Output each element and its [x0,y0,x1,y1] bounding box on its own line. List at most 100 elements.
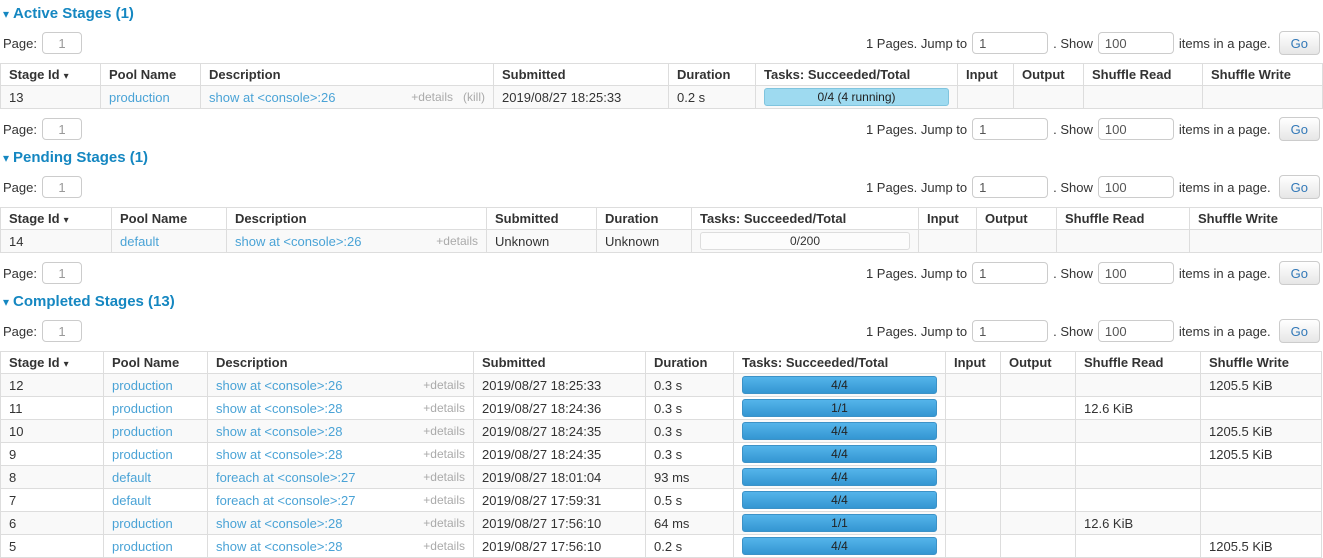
section-header-completed[interactable]: ▾Completed Stages (13) [3,293,1323,311]
go-button[interactable]: Go [1279,261,1320,285]
show-count-input[interactable] [1098,32,1174,54]
details-toggle-link[interactable]: +details [423,493,465,507]
description-link[interactable]: show at <console>:28 [216,401,342,416]
cell-output [977,230,1057,253]
column-header-input[interactable]: Input [946,352,1001,374]
column-header-description[interactable]: Description [201,64,494,86]
column-header-duration[interactable]: Duration [646,352,734,374]
page-input[interactable] [42,176,82,198]
cell-output [1001,374,1076,397]
pool-name-link[interactable]: production [109,90,170,105]
cell-submitted: 2019/08/27 18:24:36 [474,397,646,420]
column-header-shuffle_read[interactable]: Shuffle Read [1057,208,1190,230]
details-toggle-link[interactable]: +details [423,539,465,553]
page-control: Page: [3,118,82,140]
details-toggle-link[interactable]: +details [423,401,465,415]
column-header-shuffle_write[interactable]: Shuffle Write [1201,352,1322,374]
cell-description: foreach at <console>:27 +details [208,489,474,512]
jump-to-input[interactable] [972,118,1048,140]
column-header-input[interactable]: Input [919,208,977,230]
show-count-input[interactable] [1098,176,1174,198]
column-header-tasks[interactable]: Tasks: Succeeded/Total [734,352,946,374]
details-toggle-link[interactable]: +details [436,234,478,248]
column-header-output[interactable]: Output [977,208,1057,230]
details-toggle-link[interactable]: +details [411,90,453,104]
column-header-output[interactable]: Output [1001,352,1076,374]
section-header-pending[interactable]: ▾Pending Stages (1) [3,149,1323,167]
description-link[interactable]: show at <console>:28 [216,447,342,462]
column-header-stage_id[interactable]: Stage Id▾ [1,352,104,374]
collapse-caret-icon: ▾ [3,295,9,309]
go-button[interactable]: Go [1279,175,1320,199]
description-link[interactable]: show at <console>:28 [216,424,342,439]
description-link[interactable]: show at <console>:28 [216,516,342,531]
column-header-tasks[interactable]: Tasks: Succeeded/Total [756,64,958,86]
cell-pool: production [101,86,201,109]
details-toggle-link[interactable]: +details [423,447,465,461]
show-count-input[interactable] [1098,118,1174,140]
cell-tasks: 1/1 [734,512,946,535]
pages-info-text: 1 Pages. Jump to [866,180,967,195]
column-header-stage_id[interactable]: Stage Id▾ [1,208,112,230]
column-header-shuffle_read[interactable]: Shuffle Read [1084,64,1203,86]
show-count-input[interactable] [1098,262,1174,284]
jump-to-input[interactable] [972,262,1048,284]
column-header-duration[interactable]: Duration [669,64,756,86]
column-header-tasks[interactable]: Tasks: Succeeded/Total [692,208,919,230]
go-button[interactable]: Go [1279,319,1320,343]
go-button[interactable]: Go [1279,31,1320,55]
details-toggle-link[interactable]: +details [423,470,465,484]
jump-to-input[interactable] [972,320,1048,342]
pool-name-link[interactable]: production [112,539,173,554]
column-header-pool[interactable]: Pool Name [104,352,208,374]
cell-input [946,420,1001,443]
details-toggle-link[interactable]: +details [423,516,465,530]
pool-name-link[interactable]: default [120,234,159,249]
pool-name-link[interactable]: production [112,447,173,462]
show-count-input[interactable] [1098,320,1174,342]
pool-name-link[interactable]: default [112,493,151,508]
description-link[interactable]: show at <console>:28 [216,539,342,554]
cell-duration: 0.3 s [646,374,734,397]
column-header-submitted[interactable]: Submitted [494,64,669,86]
column-header-stage_id[interactable]: Stage Id▾ [1,64,101,86]
column-header-output[interactable]: Output [1014,64,1084,86]
jump-to-input[interactable] [972,32,1048,54]
column-header-pool[interactable]: Pool Name [112,208,227,230]
column-header-submitted[interactable]: Submitted [487,208,597,230]
section-header-active[interactable]: ▾Active Stages (1) [3,5,1323,23]
jump-to-input[interactable] [972,176,1048,198]
cell-description: show at <console>:26 +details [208,374,474,397]
column-header-duration[interactable]: Duration [597,208,692,230]
column-header-description[interactable]: Description [227,208,487,230]
pool-name-link[interactable]: production [112,516,173,531]
page-input[interactable] [42,118,82,140]
column-header-shuffle_write[interactable]: Shuffle Write [1190,208,1322,230]
page-input[interactable] [42,262,82,284]
cell-description: show at <console>:26 +details (kill) [201,86,494,109]
column-header-pool[interactable]: Pool Name [101,64,201,86]
description-link[interactable]: show at <console>:26 [209,90,335,105]
pool-name-link[interactable]: default [112,470,151,485]
kill-link[interactable]: (kill) [463,90,485,104]
pool-name-link[interactable]: production [112,424,173,439]
cell-shuffle_read [1076,374,1201,397]
column-header-shuffle_read[interactable]: Shuffle Read [1076,352,1201,374]
pool-name-link[interactable]: production [112,378,173,393]
go-button[interactable]: Go [1279,117,1320,141]
pool-name-link[interactable]: production [112,401,173,416]
details-toggle-link[interactable]: +details [423,378,465,392]
cell-output [1001,420,1076,443]
details-toggle-link[interactable]: +details [423,424,465,438]
description-link[interactable]: foreach at <console>:27 [216,470,356,485]
column-header-input[interactable]: Input [958,64,1014,86]
description-link[interactable]: foreach at <console>:27 [216,493,356,508]
description-link[interactable]: show at <console>:26 [216,378,342,393]
description-link[interactable]: show at <console>:26 [235,234,361,249]
column-header-shuffle_write[interactable]: Shuffle Write [1203,64,1323,86]
column-header-description[interactable]: Description [208,352,474,374]
table-header-row: Stage Id▾Pool NameDescriptionSubmittedDu… [1,208,1322,230]
column-header-submitted[interactable]: Submitted [474,352,646,374]
page-input[interactable] [42,320,82,342]
page-input[interactable] [42,32,82,54]
